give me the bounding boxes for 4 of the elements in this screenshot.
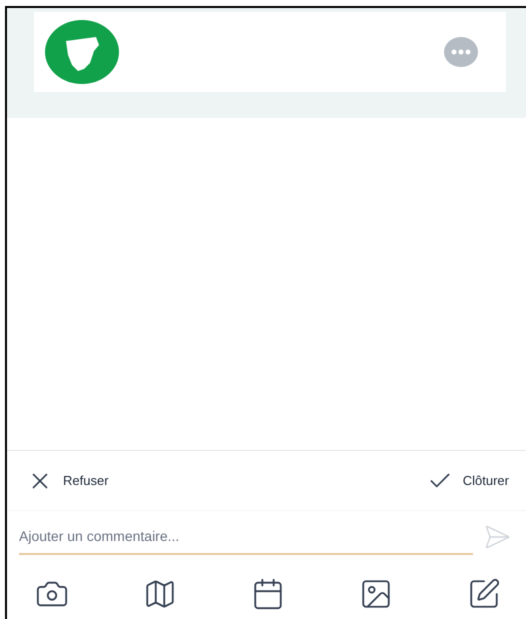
close-out-button[interactable]: Clôturer	[426, 468, 509, 494]
avatar-icon	[44, 19, 120, 85]
comment-field[interactable]: Ajouter un commentaire...	[19, 520, 473, 554]
refuse-button[interactable]: Refuser	[27, 468, 109, 494]
